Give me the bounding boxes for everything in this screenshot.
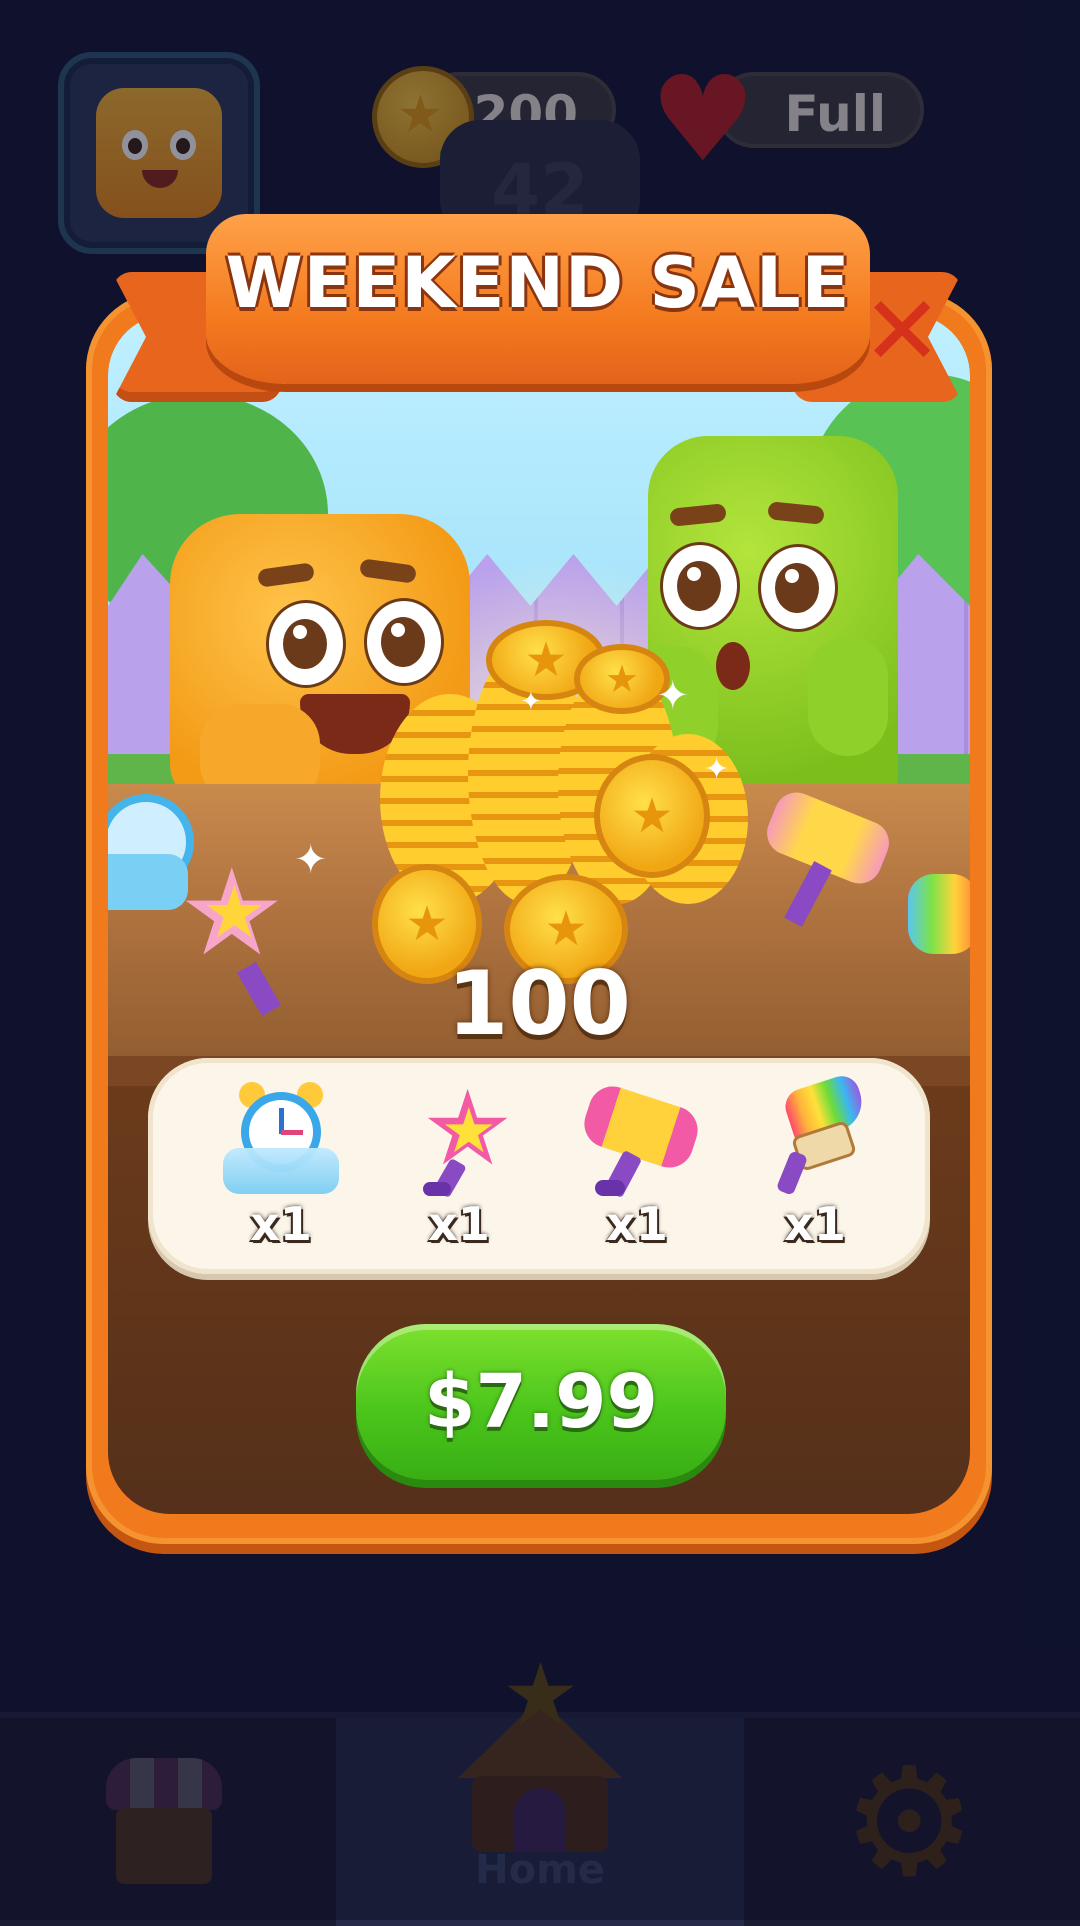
popup-content: ★ ★ ★ ★ ★ ✦ ✦ ✦ ✦ ★ ★ 100 x1 ★ ★ x1 x1 x…	[108, 314, 970, 1514]
buy-price-button[interactable]: $7.99	[356, 1324, 726, 1480]
sparkle-icon: ✦	[656, 673, 690, 719]
alarm-clock-icon	[223, 1082, 339, 1194]
item-quantity: x1	[606, 1197, 668, 1251]
close-button[interactable]: ✕	[862, 283, 942, 379]
item-quantity: x1	[250, 1197, 312, 1251]
alarm-clock-prop-icon	[108, 774, 194, 914]
bundle-item-alarm-clock: x1	[196, 1068, 366, 1268]
sparkle-icon: ✦	[704, 752, 730, 787]
bundle-item-hammer: x1	[552, 1068, 722, 1268]
hammer-prop-icon	[760, 785, 896, 927]
bundle-item-paint-brush: x1	[730, 1068, 900, 1268]
shop-scene-illustration: ★ ★ ★ ★ ★ ✦ ✦ ✦ ✦ ★ ★ 100	[108, 314, 970, 1086]
paint-brush-icon	[765, 1071, 870, 1196]
weekend-sale-popup: ★ ★ ★ ★ ★ ✦ ✦ ✦ ✦ ★ ★ 100 x1 ★ ★ x1 x1 x…	[86, 292, 992, 1544]
price-label: $7.99	[423, 1359, 659, 1445]
close-icon: ✕	[862, 275, 943, 387]
item-quantity: x1	[428, 1197, 490, 1251]
sparkle-icon: ✦	[520, 687, 542, 717]
item-quantity: x1	[784, 1197, 846, 1251]
bundle-items-tray: x1 ★ ★ x1 x1 x1	[148, 1058, 930, 1274]
hammer-icon	[578, 1080, 704, 1199]
coin-amount: 100	[447, 952, 631, 1055]
star-wand-icon: ★ ★	[409, 1076, 514, 1199]
popup-title: WEEKEND SALE	[225, 242, 851, 324]
bundle-item-star-wand: ★ ★ x1	[374, 1068, 544, 1268]
